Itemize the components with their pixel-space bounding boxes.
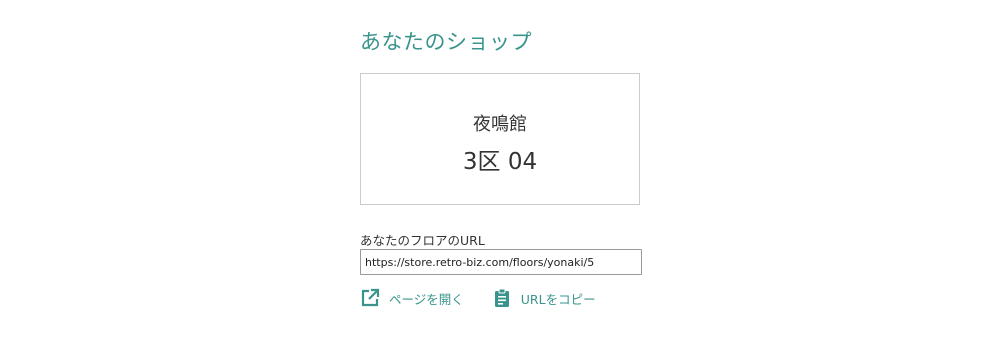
copy-url-button[interactable]: URLをコピー [492,288,596,308]
shop-card: 夜鳴館 3区 04 [360,73,640,205]
floor-url-field[interactable] [360,249,642,275]
clipboard-icon [492,288,512,308]
open-page-button[interactable]: ページを開く [360,288,464,308]
shop-name: 夜鳴館 [473,114,527,135]
copy-url-label: URLをコピー [520,291,596,307]
page-title: あなたのショップ [360,30,532,54]
floor-url-label: あなたのフロアのURL [360,233,485,248]
external-link-icon [360,288,380,308]
action-bar: ページを開く URLをコピー [360,288,596,308]
shop-location: 3区 04 [462,149,538,175]
open-page-label: ページを開く [389,291,464,307]
